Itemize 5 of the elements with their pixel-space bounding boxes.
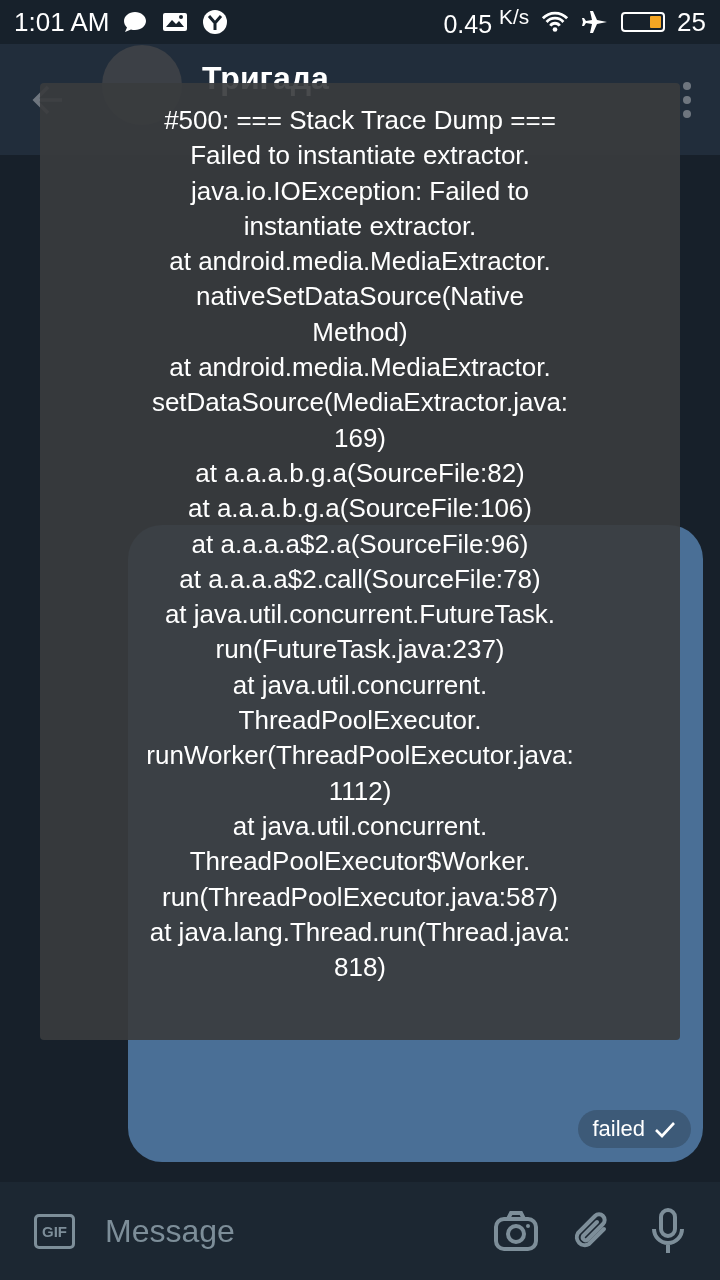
battery-percent: 25 — [677, 6, 706, 38]
stack-trace-text: #500: === Stack Trace Dump === Failed to instantiate extractor. java.io.IOException: Failed to instantiate extractor. at android.media.MediaExtractor. nativeSetDataSource(Native Method) at android.media.MediaExtractor. setDataSource(MediaExtractor.java: 169) at a.a.a.b.g.a(SourceFile:82) at a.a.a.b.g.a(SourceFile:106) at a.a.a.a$2.a(SourceFile:96) at a.a.a.a$2.call(SourceFile:78) at java.util.concurrent.FutureTask. run(FutureTask.java:237) at java.util.concurrent. ThreadPoolExecutor. runWorker(ThreadPoolExecutor.java: 1112) at java.util.concurrent. ThreadPoolExecutor$Worker. run(ThreadPoolExecutor.java:587) at java.lang.Thread.run(Thread.java: 818) — [145, 104, 575, 985]
message-status: failed — [578, 1110, 691, 1148]
clock-time: 1:01 AM — [14, 6, 110, 38]
network-speed: 0.45 $^{K/s}$ — [443, 4, 530, 40]
